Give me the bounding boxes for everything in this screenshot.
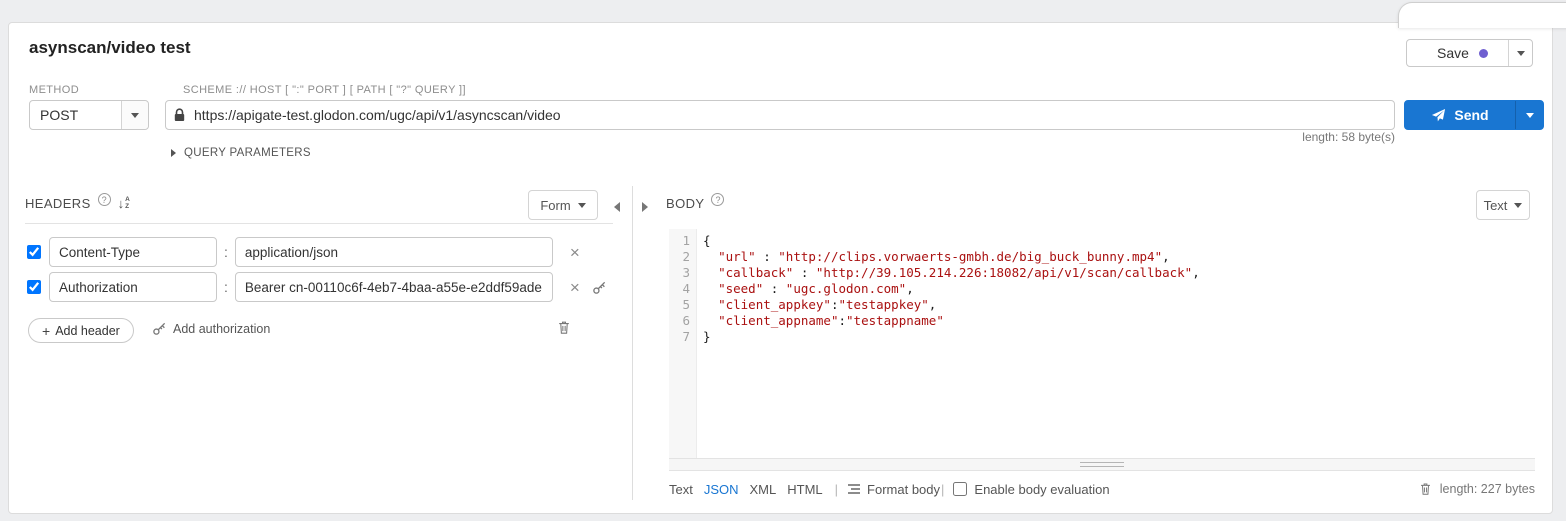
body-type-json[interactable]: JSON [704, 482, 739, 497]
url-format-label: SCHEME :// HOST [ ":" PORT ] [ PATH [ "?… [183, 84, 466, 96]
enable-body-evaluation-toggle[interactable]: Enable body evaluation [953, 482, 1109, 497]
unsaved-indicator-dot [1479, 49, 1488, 58]
body-type-xml[interactable]: XML [750, 482, 777, 497]
query-parameters-toggle[interactable]: QUERY PARAMETERS [171, 147, 311, 159]
collapse-panel-icon[interactable] [614, 202, 620, 212]
help-icon[interactable]: ? [711, 193, 724, 206]
body-format-value: Text [1484, 198, 1508, 213]
line-number: 6 [669, 313, 696, 329]
separator: | [835, 482, 838, 497]
body-length-text: length: 227 bytes [1440, 482, 1535, 496]
chevron-down-icon [1526, 113, 1534, 118]
popup-tab[interactable] [1398, 2, 1566, 28]
body-footer: Text JSON XML HTML | Format body | Enable b… [669, 479, 1535, 499]
page-title: asynscan/video test [29, 38, 191, 58]
header-name-input[interactable] [49, 272, 217, 302]
code-line: } [703, 329, 1535, 345]
line-number: 7 [669, 329, 696, 345]
request-panel: asynscan/video test Save METHOD SCHEME :… [8, 22, 1553, 514]
method-select[interactable]: POST [29, 100, 149, 130]
url-field-wrap [165, 100, 1395, 130]
enable-body-evaluation-checkbox[interactable] [953, 482, 967, 496]
header-row: : × [25, 237, 625, 267]
url-input[interactable] [165, 100, 1395, 130]
line-number: 4 [669, 281, 696, 297]
add-authorization-button[interactable]: Add authorization [152, 321, 270, 336]
editor-code[interactable]: { "url" : "http://clips.vorwaerts-gmbh.d… [697, 229, 1535, 458]
url-length-text: length: 58 byte(s) [165, 130, 1395, 144]
format-body-icon [847, 483, 861, 495]
code-line: "callback" : "http://39.105.214.226:1808… [703, 265, 1535, 281]
header-row: : × [25, 272, 625, 302]
lock-icon [173, 108, 186, 122]
format-body-label: Format body [867, 482, 940, 497]
help-icon[interactable]: ? [98, 193, 111, 206]
line-number: 1 [669, 233, 696, 249]
add-authorization-label: Add authorization [173, 322, 270, 336]
key-icon [152, 321, 167, 336]
headers-view-select[interactable]: Form [528, 190, 598, 220]
code-line: "url" : "http://clips.vorwaerts-gmbh.de/… [703, 249, 1535, 265]
delete-body-icon[interactable] [1419, 482, 1432, 496]
headers-header: HEADERS ? ↓AZ [25, 196, 130, 211]
add-header-button[interactable]: + Add header [28, 318, 134, 343]
headers-divider [25, 223, 613, 224]
add-header-label: Add header [55, 324, 120, 338]
code-line: "client_appkey":"testappkey", [703, 297, 1535, 313]
body-format-select[interactable]: Text [1476, 190, 1530, 220]
chevron-down-icon [1517, 51, 1525, 56]
editor-gutter: 1234567 [669, 229, 697, 458]
body-header: BODY ? [666, 196, 724, 211]
enable-body-evaluation-label: Enable body evaluation [974, 482, 1109, 497]
separator: | [941, 482, 944, 497]
chevron-down-icon [1514, 203, 1522, 208]
remove-header-icon[interactable]: × [570, 244, 580, 261]
line-number: 2 [669, 249, 696, 265]
header-rows: : × : × [25, 237, 625, 307]
editor-resize-handle[interactable] [669, 458, 1535, 471]
header-enabled-checkbox[interactable] [27, 280, 41, 294]
save-dropdown-button[interactable] [1508, 40, 1532, 66]
delete-headers-icon[interactable] [557, 320, 571, 335]
chevron-right-icon [171, 149, 176, 157]
send-dropdown-button[interactable] [1515, 101, 1543, 129]
send-icon [1431, 108, 1446, 123]
expand-panel-icon[interactable] [642, 202, 648, 212]
panel-divider[interactable] [632, 186, 633, 500]
code-line: "seed" : "ugc.glodon.com", [703, 281, 1535, 297]
method-label: METHOD [29, 84, 79, 96]
chevron-down-icon [578, 203, 586, 208]
save-button-label: Save [1437, 45, 1469, 61]
header-value-input[interactable] [235, 237, 553, 267]
line-number: 3 [669, 265, 696, 281]
body-type-html[interactable]: HTML [787, 482, 822, 497]
query-parameters-label: QUERY PARAMETERS [184, 147, 311, 159]
header-colon: : [224, 279, 228, 295]
sort-headers-icon[interactable]: ↓AZ [118, 197, 130, 210]
send-button[interactable]: Send [1404, 100, 1544, 130]
header-colon: : [224, 244, 228, 260]
body-type-text[interactable]: Text [669, 482, 693, 497]
chevron-down-icon [131, 113, 139, 118]
method-value: POST [30, 107, 121, 123]
format-body-button[interactable]: Format body [847, 482, 940, 497]
app-window: asynscan/video test Save METHOD SCHEME :… [0, 0, 1566, 521]
code-line: { [703, 233, 1535, 249]
body-type-options: Text JSON XML HTML [669, 482, 834, 497]
save-button[interactable]: Save [1406, 39, 1533, 67]
send-button-label: Send [1454, 107, 1488, 123]
remove-header-icon[interactable]: × [570, 279, 580, 296]
line-number: 5 [669, 297, 696, 313]
header-value-input[interactable] [235, 272, 553, 302]
body-title: BODY [666, 196, 704, 211]
key-icon[interactable] [592, 280, 607, 295]
code-line: "client_appname":"testappname" [703, 313, 1535, 329]
resize-grip-icon [1080, 462, 1124, 467]
body-editor[interactable]: 1234567 { "url" : "http://clips.vorwaert… [669, 229, 1535, 458]
headers-view-value: Form [540, 198, 570, 213]
header-name-input[interactable] [49, 237, 217, 267]
plus-icon: + [42, 323, 50, 339]
headers-title: HEADERS [25, 196, 91, 211]
header-enabled-checkbox[interactable] [27, 245, 41, 259]
